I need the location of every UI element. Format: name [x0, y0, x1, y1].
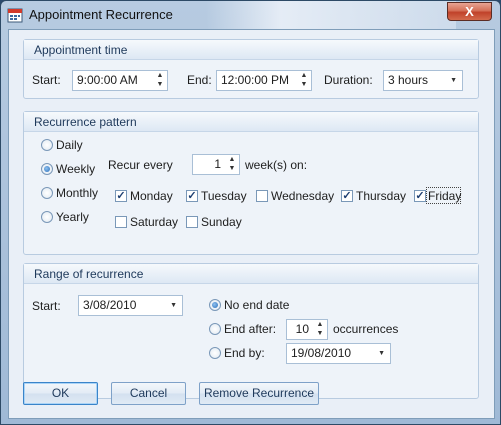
chevron-down-icon[interactable]: ▼ [378, 344, 385, 363]
checkbox-saturday-label[interactable]: Saturday [130, 215, 178, 229]
spin-down-icon[interactable]: ▼ [313, 329, 327, 338]
checkbox-friday[interactable]: ✓ [414, 190, 426, 202]
calendar-icon [7, 8, 23, 23]
radio-yearly[interactable] [41, 211, 53, 223]
start-time-input[interactable]: 9:00:00 AM ▲ ▼ [72, 70, 168, 91]
range-start-label: Start: [32, 299, 61, 313]
appointment-time-header: Appointment time [24, 40, 478, 60]
radio-daily-label[interactable]: Daily [56, 138, 83, 152]
checkbox-sunday-label[interactable]: Sunday [201, 215, 242, 229]
recur-every-value: 1 [214, 157, 221, 171]
checkbox-monday[interactable]: ✓ [115, 190, 127, 202]
checkbox-thursday-label[interactable]: Thursday [356, 189, 406, 203]
window-title: Appointment Recurrence [29, 7, 173, 22]
start-time-value: 9:00:00 AM [77, 73, 138, 87]
range-of-recurrence-group: Range of recurrence Start: 3/08/2010 ▼ N… [23, 263, 479, 399]
spin-up-icon[interactable]: ▲ [153, 71, 167, 80]
recur-every-spinner[interactable]: ▲ ▼ [224, 155, 239, 174]
radio-end-after-label[interactable]: End after: [224, 322, 276, 336]
range-start-value: 3/08/2010 [83, 298, 137, 312]
recur-every-input[interactable]: 1 ▲ ▼ [192, 154, 240, 175]
radio-no-end-date[interactable] [209, 299, 221, 311]
close-icon: X [465, 4, 474, 19]
remove-recurrence-button[interactable]: Remove Recurrence [199, 382, 319, 405]
title-bar[interactable]: Appointment Recurrence X [1, 1, 500, 29]
end-by-value: 19/08/2010 [291, 346, 352, 360]
radio-monthly[interactable] [41, 187, 53, 199]
start-time-spinner[interactable]: ▲ ▼ [152, 71, 167, 90]
title-bar-background [206, 1, 456, 29]
radio-end-after[interactable] [209, 323, 221, 335]
radio-no-end-date-label[interactable]: No end date [224, 298, 289, 312]
end-time-spinner[interactable]: ▲ ▼ [296, 71, 311, 90]
radio-daily[interactable] [41, 139, 53, 151]
occurrences-label: occurrences [333, 322, 399, 336]
checkbox-tuesday[interactable]: ✓ [186, 190, 198, 202]
radio-yearly-label[interactable]: Yearly [56, 210, 89, 224]
duration-select[interactable]: 3 hours ▼ [383, 70, 463, 91]
duration-value: 3 hours [388, 73, 429, 87]
cancel-button[interactable]: Cancel [111, 382, 186, 405]
radio-weekly-label[interactable]: Weekly [56, 162, 95, 176]
duration-label: Duration: [324, 73, 373, 87]
checkbox-saturday[interactable] [115, 216, 127, 228]
close-button[interactable]: X [447, 2, 492, 21]
range-header: Range of recurrence [24, 264, 478, 284]
chevron-down-icon[interactable]: ▼ [450, 71, 457, 90]
checkbox-monday-label[interactable]: Monday [130, 189, 173, 203]
recur-every-label: Recur every [108, 158, 173, 172]
end-time-label: End: [187, 73, 212, 87]
radio-monthly-label[interactable]: Monthly [56, 186, 98, 200]
checkbox-thursday[interactable]: ✓ [341, 190, 353, 202]
spin-up-icon[interactable]: ▲ [225, 155, 239, 164]
checkbox-friday-label[interactable]: Friday [428, 189, 461, 203]
checkbox-wednesday-label[interactable]: Wednesday [271, 189, 334, 203]
recurrence-pattern-group: Recurrence pattern Daily Weekly Monthly … [23, 111, 479, 255]
spin-down-icon[interactable]: ▼ [297, 80, 311, 89]
spin-up-icon[interactable]: ▲ [313, 320, 327, 329]
end-time-input[interactable]: 12:00:00 PM ▲ ▼ [216, 70, 312, 91]
weeks-on-label: week(s) on: [245, 158, 308, 172]
radio-end-by-label[interactable]: End by: [224, 346, 265, 360]
end-after-spinner[interactable]: ▲ ▼ [312, 320, 327, 339]
checkbox-sunday[interactable] [186, 216, 198, 228]
spin-down-icon[interactable]: ▼ [225, 164, 239, 173]
end-after-input[interactable]: 10 ▲ ▼ [286, 319, 328, 340]
end-time-value: 12:00:00 PM [221, 73, 290, 87]
radio-weekly[interactable] [41, 163, 53, 175]
ok-button[interactable]: OK [23, 382, 98, 405]
radio-end-by[interactable] [209, 347, 221, 359]
checkbox-tuesday-label[interactable]: Tuesday [201, 189, 247, 203]
appointment-time-group: Appointment time Start: 9:00:00 AM ▲ ▼ En… [23, 39, 479, 99]
recurrence-dialog: Appointment Recurrence X Appointment tim… [0, 0, 501, 425]
end-by-date[interactable]: 19/08/2010 ▼ [286, 343, 391, 364]
spin-down-icon[interactable]: ▼ [153, 80, 167, 89]
end-after-value: 10 [295, 322, 309, 336]
range-start-date[interactable]: 3/08/2010 ▼ [78, 295, 183, 316]
start-time-label: Start: [32, 73, 61, 87]
spin-up-icon[interactable]: ▲ [297, 71, 311, 80]
chevron-down-icon[interactable]: ▼ [170, 296, 177, 315]
checkbox-wednesday[interactable] [256, 190, 268, 202]
recurrence-pattern-header: Recurrence pattern [24, 112, 478, 132]
dialog-body: Appointment time Start: 9:00:00 AM ▲ ▼ En… [8, 29, 495, 419]
